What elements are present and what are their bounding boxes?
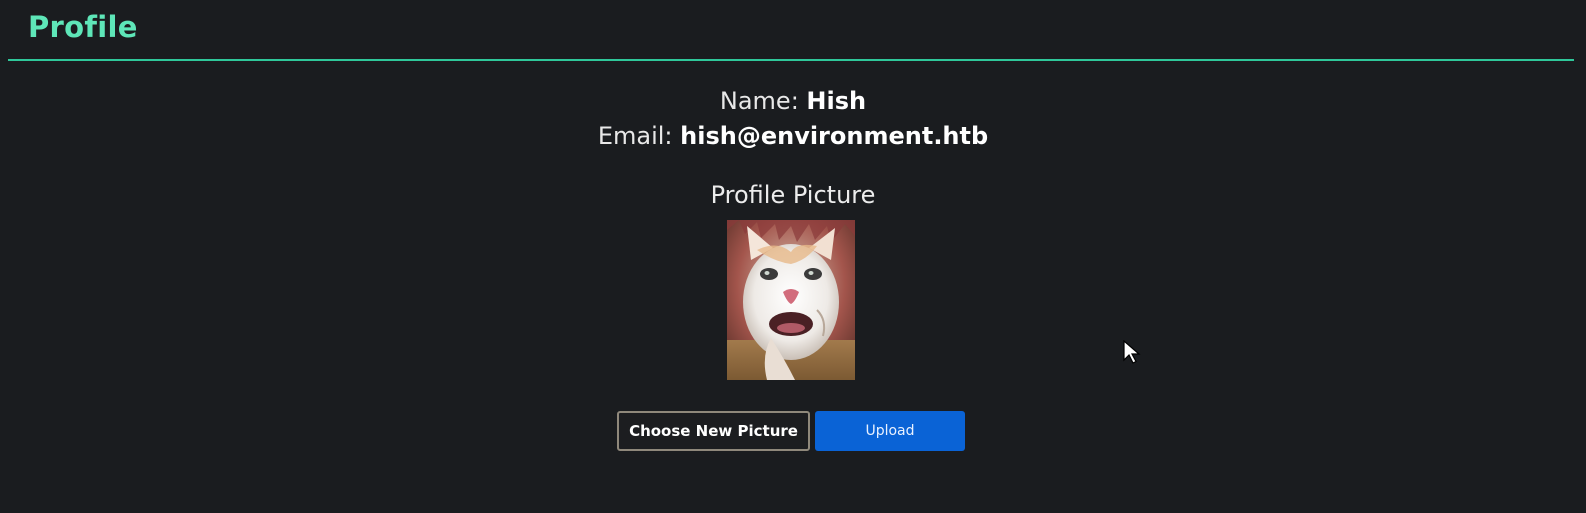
name-value: Hish xyxy=(806,87,867,115)
profile-picture xyxy=(727,220,855,380)
choose-new-picture-button[interactable]: Choose New Picture xyxy=(617,411,810,451)
header: Profile xyxy=(8,0,1574,61)
page-title: Profile xyxy=(28,10,138,44)
upload-button[interactable]: Upload xyxy=(815,411,965,451)
email-value: hish@environment.htb xyxy=(680,122,989,150)
name-label: Name: xyxy=(719,87,799,115)
email-label: Email: xyxy=(597,122,673,150)
profile-page: Profile Name: Hish Email: hish@environme… xyxy=(0,0,1586,513)
email-line: Email: hish@environment.htb xyxy=(0,120,1586,152)
name-line: Name: Hish xyxy=(0,85,1586,117)
mouse-cursor-icon xyxy=(1123,339,1141,364)
profile-picture-heading: Profile Picture xyxy=(710,181,876,209)
